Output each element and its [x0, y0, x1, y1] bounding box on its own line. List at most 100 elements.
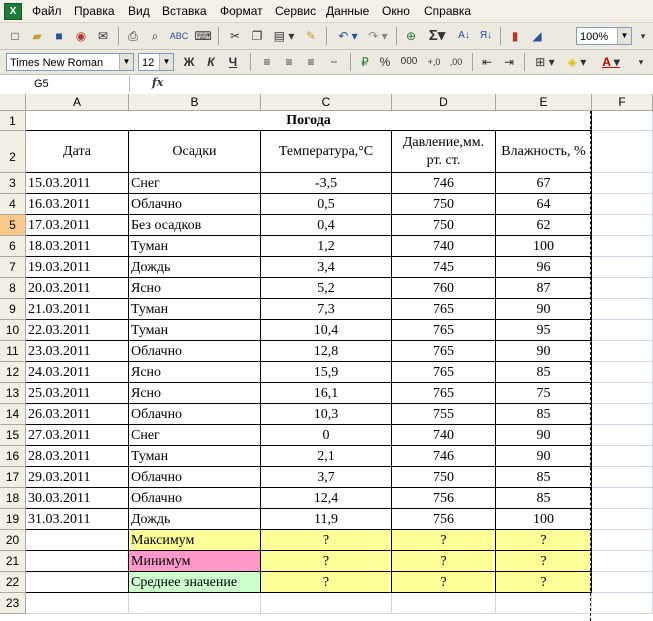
menu-data[interactable]: Данные — [326, 0, 369, 22]
temperature-cell[interactable]: 1,2 — [261, 236, 392, 257]
date-cell[interactable]: 28.03.2011 — [26, 446, 129, 467]
empty-cell[interactable] — [592, 111, 653, 131]
precipitation-cell[interactable]: Облачно — [129, 404, 261, 425]
summary-value-cell[interactable]: ? — [392, 530, 496, 551]
empty-cell[interactable] — [592, 404, 653, 425]
empty-cell[interactable] — [592, 236, 653, 257]
temperature-cell[interactable]: 0,4 — [261, 215, 392, 236]
summary-value-cell[interactable]: ? — [261, 530, 392, 551]
row-header-17[interactable]: 17 — [0, 467, 26, 488]
pressure-cell[interactable]: 745 — [392, 257, 496, 278]
precipitation-cell[interactable]: Ясно — [129, 383, 261, 404]
summary-label-cell[interactable]: Максимум — [129, 530, 261, 551]
row-header-22[interactable]: 22 — [0, 572, 26, 593]
chevron-down-icon[interactable]: ▼ — [119, 54, 133, 70]
currency-icon[interactable]: ₽ — [356, 52, 374, 72]
pressure-cell[interactable]: 756 — [392, 509, 496, 530]
precipitation-cell[interactable]: Ясно — [129, 362, 261, 383]
humidity-cell[interactable]: 62 — [496, 215, 592, 236]
undo-icon[interactable]: ↶ ▾ — [334, 26, 362, 46]
date-cell[interactable]: 22.03.2011 — [26, 320, 129, 341]
align-left-icon[interactable]: ≡ — [258, 52, 276, 72]
row-header-18[interactable]: 18 — [0, 488, 26, 509]
date-cell[interactable]: 15.03.2011 — [26, 173, 129, 194]
empty-cell[interactable] — [592, 341, 653, 362]
summary-value-cell[interactable]: ? — [496, 530, 592, 551]
pressure-cell[interactable]: 765 — [392, 362, 496, 383]
empty-cell[interactable] — [592, 257, 653, 278]
cut-icon[interactable]: ✂ — [226, 26, 244, 46]
header-humidity[interactable]: Влажность, % — [496, 131, 592, 173]
humidity-cell[interactable]: 90 — [496, 425, 592, 446]
menu-window[interactable]: Окно — [382, 0, 410, 22]
precipitation-cell[interactable]: Туман — [129, 299, 261, 320]
row-header-23[interactable]: 23 — [0, 593, 26, 614]
menu-view[interactable]: Вид — [128, 0, 150, 22]
precipitation-cell[interactable]: Туман — [129, 320, 261, 341]
temperature-cell[interactable]: 12,8 — [261, 341, 392, 362]
row-header-5[interactable]: 5 — [0, 215, 26, 236]
row-header-20[interactable]: 20 — [0, 530, 26, 551]
humidity-cell[interactable]: 90 — [496, 446, 592, 467]
empty-cell[interactable] — [496, 593, 592, 614]
pressure-cell[interactable]: 746 — [392, 173, 496, 194]
pressure-cell[interactable]: 750 — [392, 467, 496, 488]
row-header-11[interactable]: 11 — [0, 341, 26, 362]
empty-cell[interactable] — [592, 194, 653, 215]
empty-cell[interactable] — [592, 383, 653, 404]
column-header-f[interactable]: F — [592, 94, 653, 111]
date-cell[interactable]: 24.03.2011 — [26, 362, 129, 383]
date-cell[interactable]: 29.03.2011 — [26, 467, 129, 488]
humidity-cell[interactable]: 100 — [496, 509, 592, 530]
pressure-cell[interactable]: 765 — [392, 341, 496, 362]
summary-value-cell[interactable]: ? — [261, 572, 392, 593]
menu-help[interactable]: Справка — [424, 0, 471, 22]
increase-indent-icon[interactable]: ⇥ — [500, 52, 518, 72]
row-header-13[interactable]: 13 — [0, 383, 26, 404]
row-header-14[interactable]: 14 — [0, 404, 26, 425]
empty-cell[interactable] — [592, 551, 653, 572]
empty-cell[interactable] — [592, 446, 653, 467]
temperature-cell[interactable]: 16,1 — [261, 383, 392, 404]
thousands-separator-button[interactable]: 000 — [398, 52, 420, 72]
precipitation-cell[interactable]: Облачно — [129, 467, 261, 488]
new-document-icon[interactable]: □ — [6, 26, 24, 46]
precipitation-cell[interactable]: Облачно — [129, 488, 261, 509]
print-icon[interactable]: ⎙ — [124, 26, 142, 46]
format-painter-icon[interactable]: ✎ — [302, 26, 320, 46]
row-header-7[interactable]: 7 — [0, 257, 26, 278]
temperature-cell[interactable]: 12,4 — [261, 488, 392, 509]
paste-icon[interactable]: ▤ ▾ — [270, 26, 298, 46]
temperature-cell[interactable]: 0,5 — [261, 194, 392, 215]
percent-button[interactable]: % — [376, 52, 394, 72]
empty-cell[interactable] — [592, 362, 653, 383]
pressure-cell[interactable]: 750 — [392, 215, 496, 236]
row-header-4[interactable]: 4 — [0, 194, 26, 215]
date-cell[interactable]: 31.03.2011 — [26, 509, 129, 530]
column-header-b[interactable]: B — [129, 94, 261, 111]
empty-cell[interactable] — [592, 215, 653, 236]
font-size-select[interactable]: 12 ▼ — [138, 53, 174, 71]
row-header-8[interactable]: 8 — [0, 278, 26, 299]
temperature-cell[interactable]: -3,5 — [261, 173, 392, 194]
print-preview-icon[interactable]: ⌕ — [146, 26, 164, 46]
row-header-19[interactable]: 19 — [0, 509, 26, 530]
empty-cell[interactable] — [592, 509, 653, 530]
pressure-cell[interactable]: 765 — [392, 383, 496, 404]
merge-center-icon[interactable]: ⇔ — [324, 52, 344, 72]
precipitation-cell[interactable]: Снег — [129, 425, 261, 446]
autosum-icon[interactable]: Σ▾ — [424, 26, 450, 46]
empty-cell[interactable] — [261, 593, 392, 614]
row-header-16[interactable]: 16 — [0, 446, 26, 467]
empty-cell[interactable] — [592, 425, 653, 446]
precipitation-cell[interactable]: Туман — [129, 446, 261, 467]
decrease-decimal-icon[interactable]: ,00 — [446, 52, 466, 72]
underline-button[interactable]: Ч — [224, 52, 242, 72]
menu-file[interactable]: Файл — [32, 0, 62, 22]
row-header-10[interactable]: 10 — [0, 320, 26, 341]
pressure-cell[interactable]: 765 — [392, 299, 496, 320]
spelling-icon[interactable]: ABC — [168, 26, 190, 46]
font-name-select[interactable]: Times New Roman ▼ — [6, 53, 134, 71]
precipitation-cell[interactable]: Снег — [129, 173, 261, 194]
align-center-icon[interactable]: ≡ — [280, 52, 298, 72]
